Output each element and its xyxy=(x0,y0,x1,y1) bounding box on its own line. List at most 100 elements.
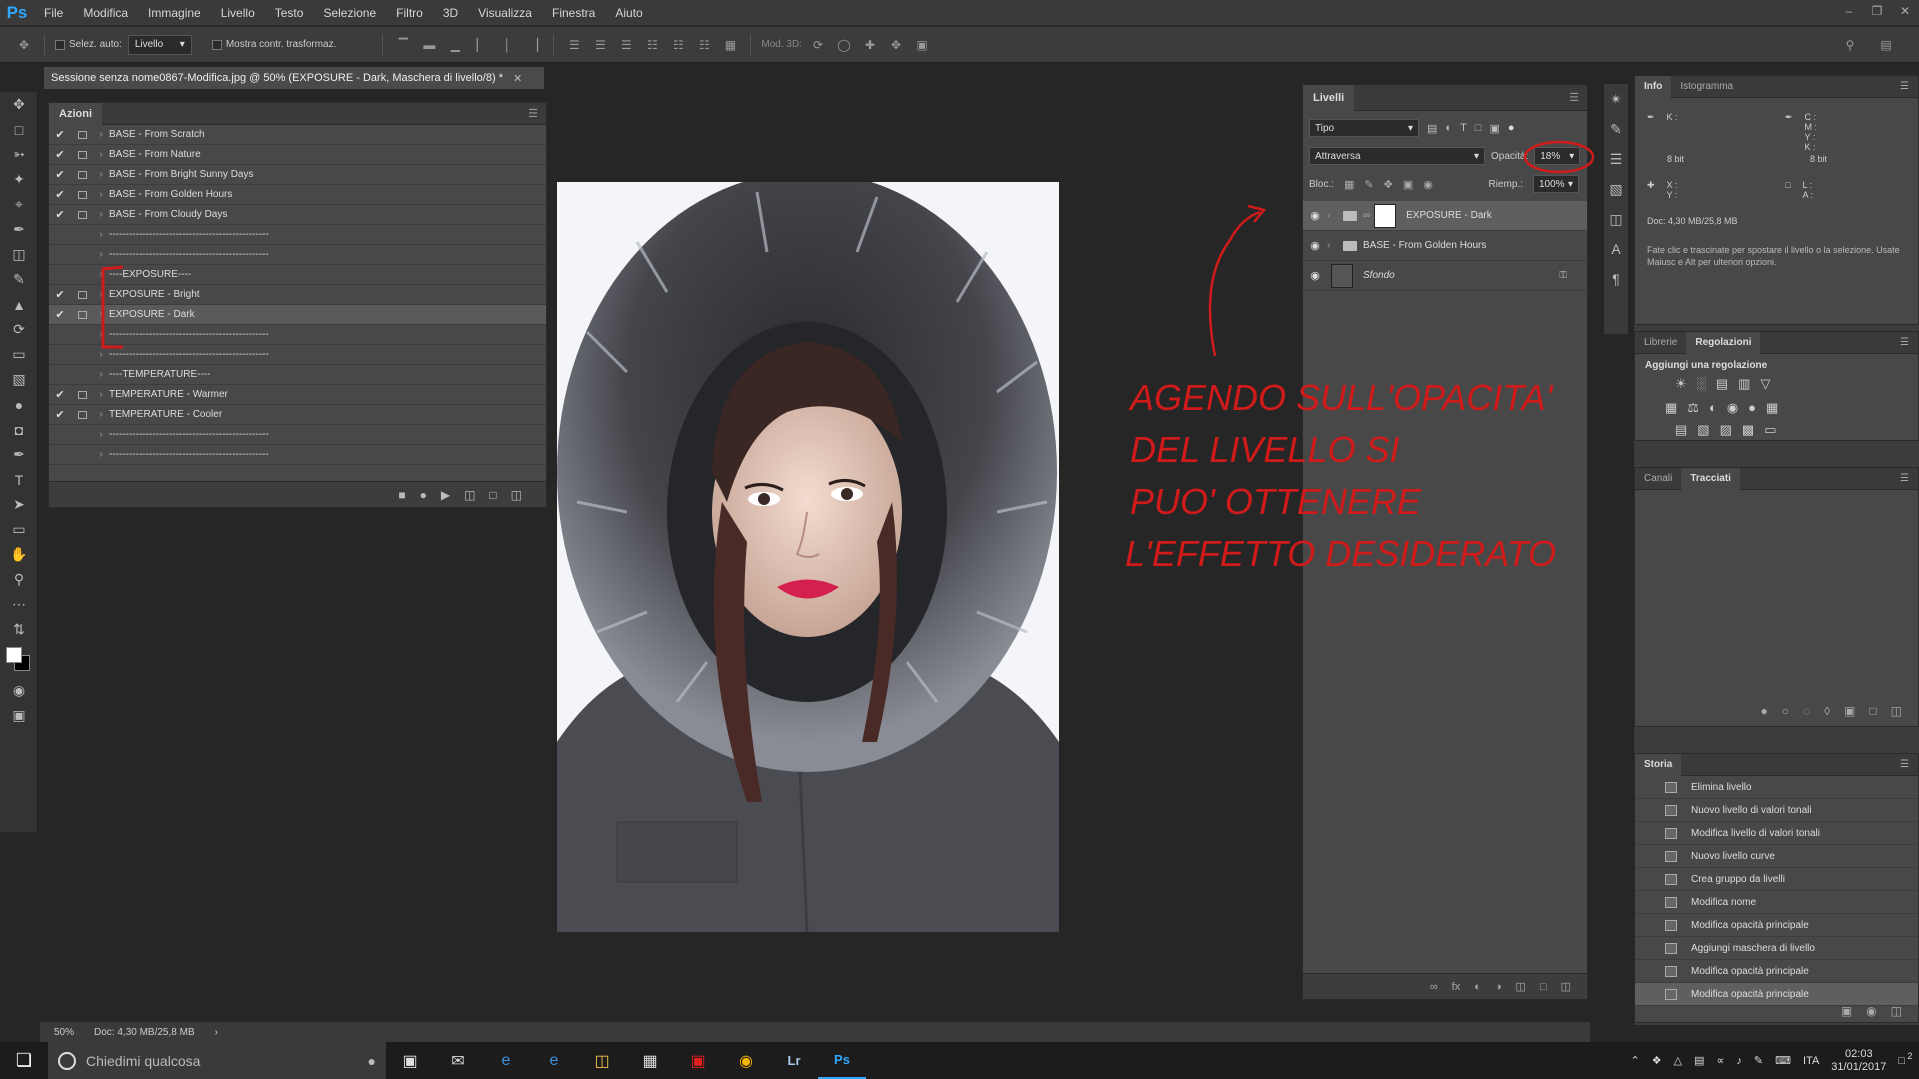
shape-tool-icon[interactable]: ▭ xyxy=(0,517,38,542)
history-row[interactable]: Modifica livello di valori tonali xyxy=(1635,822,1918,845)
photo-filter-icon[interactable]: ◉ xyxy=(1727,400,1738,416)
filter-pixel-icon[interactable]: ▤ xyxy=(1427,122,1437,135)
dialog-toggle-icon[interactable] xyxy=(71,290,93,299)
roll-3d-icon[interactable]: ◯ xyxy=(834,35,854,55)
dialog-toggle-icon[interactable] xyxy=(71,170,93,179)
trash-icon[interactable]: ◫ xyxy=(511,488,522,502)
panel-menu-icon[interactable]: ☰ xyxy=(1891,468,1918,490)
workspace-icon[interactable]: ▤ xyxy=(1876,35,1896,55)
history-row-selected[interactable]: Modifica opacità principale xyxy=(1635,983,1918,1006)
eye-icon[interactable]: ◉ xyxy=(1303,269,1327,282)
make-path-icon[interactable]: ◊ xyxy=(1824,704,1830,718)
action-row[interactable]: › ---------------------------------------… xyxy=(49,425,546,445)
adjustment-layer-icon[interactable]: ◑ xyxy=(1495,981,1502,993)
file-explorer-icon[interactable]: ◫ xyxy=(578,1042,626,1079)
stroke-path-icon[interactable]: ○ xyxy=(1782,704,1789,718)
action-toggle-icon[interactable]: ✔ xyxy=(49,388,71,401)
canvas-image[interactable] xyxy=(557,182,1059,932)
fill-path-icon[interactable]: ● xyxy=(1760,704,1767,718)
blur-tool-icon[interactable]: ● xyxy=(0,392,38,417)
chevron-right-icon[interactable]: › xyxy=(93,149,109,160)
action-row[interactable]: ✔ › BASE - From Golden Hours xyxy=(49,185,546,205)
menu-finestra[interactable]: Finestra xyxy=(542,0,605,26)
align-middle-icon[interactable]: ▬ xyxy=(419,35,439,55)
fill-input[interactable]: 100% ▾ xyxy=(1533,175,1579,193)
chevron-right-icon[interactable]: › xyxy=(93,409,109,420)
chevron-right-icon[interactable]: › xyxy=(93,429,109,440)
internet-explorer-icon[interactable]: e xyxy=(530,1042,578,1079)
action-row[interactable]: › ---------------------------------------… xyxy=(49,245,546,265)
new-layer-icon[interactable]: □ xyxy=(1540,981,1547,993)
clock[interactable]: 02:03 31/01/2017 xyxy=(1831,1048,1886,1074)
lock-transparent-icon[interactable]: ▦ xyxy=(1344,178,1354,191)
action-toggle-icon[interactable]: ✔ xyxy=(49,408,71,421)
crop-tool-icon[interactable]: ⌖ xyxy=(0,192,38,217)
foreground-color-swatch[interactable] xyxy=(6,647,22,663)
exposure-icon[interactable]: ▥ xyxy=(1738,376,1750,392)
brush-settings-icon[interactable]: ✴ xyxy=(1604,84,1628,114)
action-row[interactable]: ✔ › TEMPERATURE - Cooler xyxy=(49,405,546,425)
distribute-right-icon[interactable]: ☷ xyxy=(694,35,714,55)
new-document-from-state-icon[interactable]: ▣ xyxy=(1841,1004,1852,1018)
document-tab[interactable]: Sessione senza nome0867-Modifica.jpg @ 5… xyxy=(44,67,544,89)
gradient-tool-icon[interactable]: ▧ xyxy=(0,367,38,392)
distribute-bottom-icon[interactable]: ☰ xyxy=(616,35,636,55)
vibrance-icon[interactable]: ▽ xyxy=(1760,376,1770,392)
action-row[interactable]: ✔ › BASE - From Scratch xyxy=(49,125,546,145)
levels-icon[interactable]: ░ xyxy=(1697,376,1706,392)
link-layers-icon[interactable]: ∞ xyxy=(1430,981,1438,993)
chevron-right-icon[interactable]: › xyxy=(93,389,109,400)
healing-brush-tool-icon[interactable]: ◫ xyxy=(0,242,38,267)
distribute-top-icon[interactable]: ☰ xyxy=(564,35,584,55)
restore-icon[interactable]: ❐ xyxy=(1863,0,1891,22)
lock-all-icon[interactable]: ◉ xyxy=(1423,178,1433,191)
distribute-middle-icon[interactable]: ☰ xyxy=(590,35,610,55)
chrome-icon[interactable]: ◉ xyxy=(722,1042,770,1079)
distribute-center-icon[interactable]: ☷ xyxy=(668,35,688,55)
lock-artboard-icon[interactable]: ▣ xyxy=(1403,178,1413,191)
chevron-right-icon[interactable]: › xyxy=(93,189,109,200)
brightness-icon[interactable]: ☀ xyxy=(1675,376,1687,392)
threshold-icon[interactable]: ▨ xyxy=(1720,422,1732,438)
chevron-right-icon[interactable]: › xyxy=(93,249,109,260)
brushes-icon[interactable]: ✎ xyxy=(1604,114,1628,144)
panel-menu-icon[interactable]: ☰ xyxy=(1569,91,1579,104)
dialog-toggle-icon[interactable] xyxy=(71,190,93,199)
align-left-icon[interactable]: ▏ xyxy=(471,35,491,55)
marquee-tool-icon[interactable]: □ xyxy=(0,117,38,142)
more-tools-icon[interactable]: ⋯ xyxy=(0,592,38,617)
filter-shape-icon[interactable]: □ xyxy=(1475,122,1482,134)
dodge-tool-icon[interactable]: ◘ xyxy=(0,417,38,442)
photoshop-taskbar-icon[interactable]: Ps xyxy=(818,1042,866,1079)
notifications-icon[interactable]: □ 2 xyxy=(1898,1051,1912,1067)
tab-info[interactable]: Info xyxy=(1635,75,1672,98)
action-row[interactable]: › ---------------------------------------… xyxy=(49,225,546,245)
microphone-icon[interactable]: ● xyxy=(368,1053,376,1069)
add-mask-icon[interactable]: ◐ xyxy=(1474,981,1481,993)
history-row[interactable]: Elimina livello xyxy=(1635,776,1918,799)
chevron-up-icon[interactable]: ⌃ xyxy=(1631,1054,1640,1067)
menu-testo[interactable]: Testo xyxy=(265,0,314,26)
layer-filter-dropdown[interactable]: Tipo ▾ xyxy=(1309,119,1419,137)
color-swatches[interactable] xyxy=(0,642,38,678)
store-icon[interactable]: ▦ xyxy=(626,1042,674,1079)
color-balance-icon[interactable]: ⚖ xyxy=(1687,400,1699,416)
action-toggle-icon[interactable]: ✔ xyxy=(49,288,71,301)
rotate-3d-icon[interactable]: ⟳ xyxy=(808,35,828,55)
menu-3d[interactable]: 3D xyxy=(433,0,468,26)
new-set-folder-icon[interactable]: ◫ xyxy=(464,488,475,502)
slide-3d-icon[interactable]: ✥ xyxy=(886,35,906,55)
gradient-map-icon[interactable]: ▭ xyxy=(1764,422,1776,438)
eyedropper-tool-icon[interactable]: ✒ xyxy=(0,217,38,242)
auto-align-icon[interactable]: ▦ xyxy=(720,35,740,55)
hue-saturation-icon[interactable]: ▦ xyxy=(1665,400,1677,416)
move-tool-icon[interactable]: ✥ xyxy=(0,92,38,117)
creative-cloud-icon[interactable]: ▣ xyxy=(674,1042,722,1079)
move-tool-icon[interactable]: ✥ xyxy=(14,35,34,55)
align-right-icon[interactable]: ▕ xyxy=(523,35,543,55)
tab-adjustments[interactable]: Regolazioni xyxy=(1686,331,1761,354)
task-view-icon[interactable]: ▣ xyxy=(386,1042,434,1079)
menu-aiuto[interactable]: Aiuto xyxy=(605,0,652,26)
eye-icon[interactable]: ◉ xyxy=(1303,209,1327,222)
menu-selezione[interactable]: Selezione xyxy=(313,0,386,26)
